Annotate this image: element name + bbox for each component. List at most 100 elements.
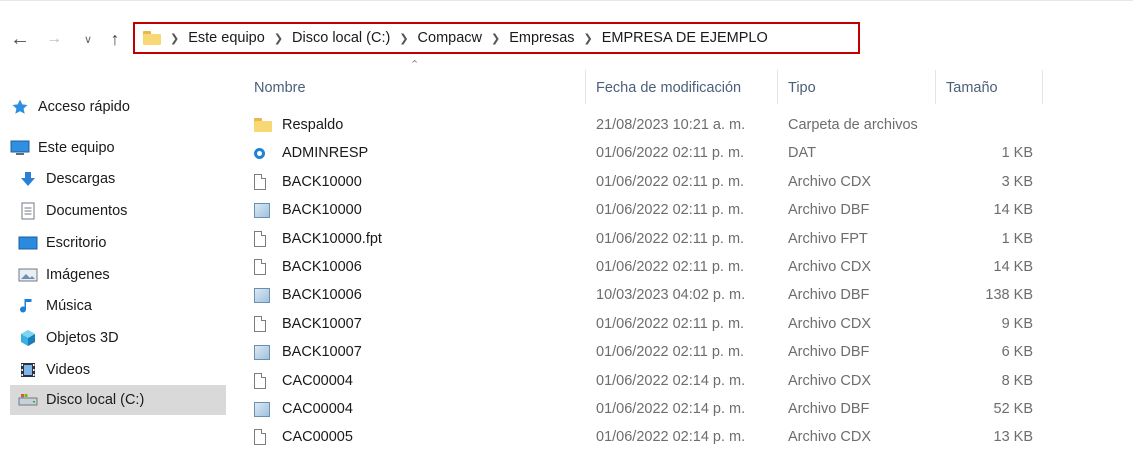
file-size: 1 KB [1001, 230, 1033, 247]
file-size: 6 KB [1001, 344, 1033, 361]
file-date: 01/06/2022 02:11 p. m. [596, 259, 745, 275]
forward-arrow-icon[interactable]: → [44, 22, 64, 56]
sidebar-item-label: Escritorio [46, 235, 107, 251]
sidebar-item-label: Este equipo [38, 140, 115, 156]
column-divider[interactable] [585, 70, 586, 104]
column-divider[interactable] [935, 70, 936, 104]
file-row[interactable]: BACK10000 01/06/2022 02:11 p. m. Archivo D… [254, 196, 1054, 224]
breadcrumb-este-equipo[interactable]: Este equipo [188, 30, 265, 46]
column-divider[interactable] [1042, 70, 1043, 104]
file-name: BACK10007 [282, 344, 362, 361]
file-icon [254, 427, 276, 447]
file-size: 8 KB [1001, 372, 1033, 389]
file-name-cell: Respaldo [254, 111, 343, 139]
chevron-right-icon[interactable]: ❯ [399, 32, 408, 45]
breadcrumb-disco-local[interactable]: Disco local (C:) [292, 30, 390, 46]
breadcrumb-empresas[interactable]: Empresas [509, 30, 574, 46]
file-row[interactable]: BACK10006 01/06/2022 02:11 p. m. Archivo C… [254, 253, 1054, 281]
file-icon-shape [254, 173, 266, 190]
sidebar-item-descargas[interactable]: Descargas [18, 164, 226, 194]
chevron-right-icon[interactable]: ❯ [584, 32, 593, 45]
address-bar[interactable]: ❯ Este equipo ❯ Disco local (C:) ❯ Compa… [133, 22, 860, 54]
file-date: 21/08/2023 10:21 a. m. [596, 117, 746, 133]
file-name: CAC00005 [282, 429, 353, 446]
file-name-cell: BACK10006 [254, 281, 362, 309]
file-icon-shape [254, 259, 266, 275]
file-date: 01/06/2022 02:11 p. m. [596, 145, 745, 162]
file-row[interactable]: CAC00004 01/06/2022 02:14 p. m. Archivo DB… [254, 395, 1054, 423]
sidebar-item-label: Videos [46, 362, 91, 378]
sidebar-item-musica[interactable]: Música [18, 291, 226, 321]
file-row[interactable]: BACK10000 01/06/2022 02:11 p. m. Archivo C… [254, 168, 1054, 196]
dat-file-icon [254, 143, 276, 163]
file-date: 01/06/2022 02:11 p. m. [596, 315, 745, 332]
file-name: BACK10007 [282, 315, 362, 332]
file-row[interactable]: CAC00004 01/06/2022 02:14 p. m. Archivo CD… [254, 367, 1054, 395]
file-name-cell: CAC00005 [254, 423, 353, 451]
file-type: Archivo FPT [788, 230, 868, 247]
sidebar-item-label: Imágenes [46, 267, 110, 283]
chevron-right-icon[interactable]: ❯ [170, 32, 179, 45]
column-header-fecha[interactable]: Fecha de modificación [596, 70, 741, 106]
file-icon-shape [254, 315, 266, 332]
dbf-file-icon-shape [254, 287, 270, 303]
file-date: 01/06/2022 02:14 p. m. [596, 372, 746, 389]
file-size: 52 KB [993, 401, 1034, 417]
file-size [940, 111, 1033, 139]
up-arrow-icon[interactable]: ↑ [104, 22, 126, 56]
sidebar-item-label: Disco local (C:) [46, 392, 145, 408]
file-row[interactable]: BACK10007 01/06/2022 02:11 p. m. Archivo D… [254, 338, 1054, 366]
file-name: BACK10006 [282, 287, 362, 304]
file-date: 01/06/2022 02:11 p. m. [596, 230, 745, 247]
file-name: Respaldo [282, 117, 344, 133]
file-size: 3 KB [1001, 173, 1033, 190]
download-icon [18, 170, 38, 188]
file-name-cell: BACK10007 [254, 338, 362, 366]
file-row[interactable]: ADMINRESP 01/06/2022 02:11 p. m. DAT 1 KB [254, 139, 1054, 167]
sidebar-item-videos[interactable]: Videos [18, 355, 226, 385]
file-row[interactable]: CAC00005 01/06/2022 02:14 p. m. Archivo CD… [254, 423, 1054, 451]
file-row[interactable]: Respaldo 21/08/2023 10:21 a. m. Carpeta de… [254, 111, 1054, 139]
file-row[interactable]: BACK10006 10/03/2023 04:02 p. m. Archivo D… [254, 281, 1054, 309]
folder-icon-shape [254, 118, 272, 132]
breadcrumb-empresa-de-ejemplo[interactable]: EMPRESA DE EJEMPLO [602, 30, 768, 46]
sidebar-item-este-equipo[interactable]: Este equipo [10, 133, 226, 163]
file-row[interactable]: BACK10007 01/06/2022 02:11 p. m. Archivo C… [254, 310, 1054, 338]
sidebar-item-label: Descargas [46, 171, 116, 187]
sidebar-item-acceso-rapido[interactable]: Acceso rápido [10, 92, 226, 122]
navigation-pane: Acceso rápido Este equipo Descargas Docu… [0, 88, 230, 434]
chevron-right-icon[interactable]: ❯ [274, 32, 283, 45]
sidebar-item-imagenes[interactable]: Imágenes [18, 260, 226, 290]
file-name: BACK10000.fpt [282, 230, 382, 247]
navigation-bar: ← → ∨ ↑ ❯ Este equipo ❯ Disco local (C:)… [0, 22, 1133, 56]
file-size: 13 KB [993, 429, 1034, 446]
breadcrumb-compacw[interactable]: Compacw [418, 30, 482, 46]
column-header-tipo[interactable]: Tipo [788, 70, 816, 106]
file-icon [254, 229, 276, 249]
file-size: 14 KB [993, 259, 1034, 275]
sidebar-item-documentos[interactable]: Documentos [18, 196, 226, 226]
dbf-file-icon [254, 285, 276, 305]
file-row[interactable]: BACK10000.fpt 01/06/2022 02:11 p. m. Archi… [254, 225, 1054, 253]
back-arrow-icon[interactable]: ← [8, 22, 32, 56]
sidebar-item-objetos-3d[interactable]: Objetos 3D [18, 323, 226, 353]
file-type: Archivo DBF [788, 202, 870, 219]
objects3d-icon [18, 329, 38, 347]
file-name: BACK10000 [282, 173, 362, 190]
column-divider[interactable] [777, 70, 778, 104]
file-name-cell: BACK10000 [254, 196, 362, 224]
column-header-nombre[interactable]: Nombre [254, 70, 306, 106]
file-name-cell: ADMINRESP [254, 139, 368, 167]
file-size: 1 KB [1001, 145, 1033, 162]
file-name: BACK10006 [282, 259, 362, 275]
chevron-right-icon[interactable]: ❯ [491, 32, 500, 45]
recent-locations-chevron-icon[interactable]: ∨ [80, 22, 96, 56]
window-top-border [0, 0, 1133, 1]
dbf-file-icon-shape [254, 344, 270, 360]
sidebar-item-disco-local[interactable]: Disco local (C:) [10, 385, 226, 415]
dbf-file-icon [254, 200, 276, 220]
file-date: 01/06/2022 02:11 p. m. [596, 202, 745, 219]
dbf-file-icon-shape [254, 202, 270, 218]
column-header-tamano[interactable]: Tamaño [946, 70, 998, 106]
sidebar-item-escritorio[interactable]: Escritorio [18, 228, 226, 258]
